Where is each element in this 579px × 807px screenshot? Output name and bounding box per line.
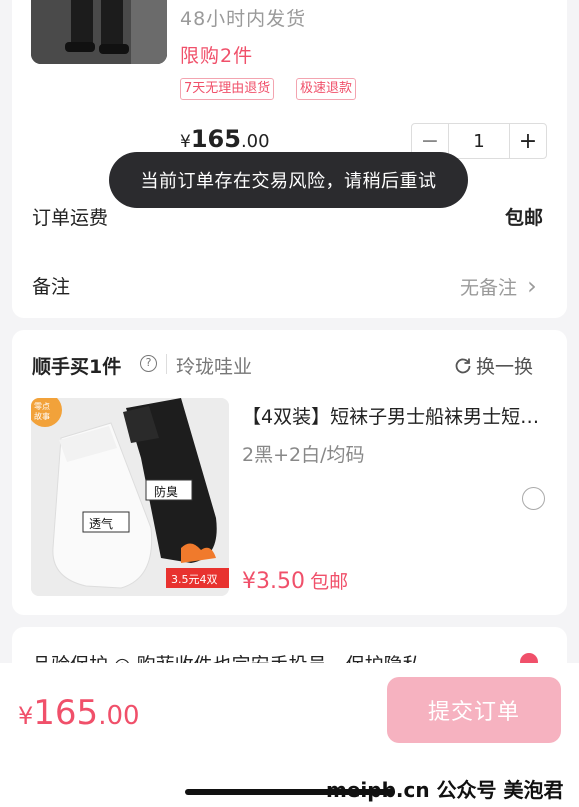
- total-symbol: ¥: [18, 702, 34, 730]
- fast-refund-tag: 极速退款: [296, 78, 357, 100]
- price-decimal: .00: [240, 131, 270, 152]
- addon-product-spec[interactable]: 2黑+2白/均码: [242, 440, 365, 467]
- remark-label: 备注: [32, 276, 71, 298]
- brand-badge: 零点 故事: [34, 402, 50, 421]
- remark-value: 无备注: [460, 277, 518, 299]
- select-radio[interactable]: [522, 487, 545, 510]
- purchase-limit-text: 限购2件: [180, 45, 254, 67]
- divider: [166, 354, 167, 374]
- quantity-value[interactable]: 1: [448, 124, 510, 158]
- addon-price-value: ¥3.50: [242, 569, 305, 594]
- total-integer: 165: [33, 693, 99, 733]
- breathable-label: 透气: [89, 517, 114, 531]
- refresh-label: 换一换: [476, 356, 534, 378]
- price-integer: 165: [190, 125, 241, 153]
- help-icon[interactable]: ?: [140, 355, 157, 372]
- addon-shipping: 包邮: [310, 571, 349, 593]
- product-thumbnail[interactable]: [31, 0, 167, 64]
- refresh-button[interactable]: 换一换: [454, 352, 533, 379]
- checkout-bar: ¥165.00 提交订单 meipb.cn 公众号 美泡君: [0, 663, 579, 807]
- shop-name: 玲珑哇业: [176, 356, 253, 378]
- risk-toast: 当前订单存在交易风险，请稍后重试: [109, 152, 468, 208]
- remark-row[interactable]: 无备注 ›: [460, 272, 537, 300]
- addon-purchase-card: 顺手买1件 ? 玲珑哇业 换一换 零点 故事 透气 防臭 3.5元4双 【4双装…: [12, 330, 567, 615]
- addon-product-title[interactable]: 【4双装】短袜子男士船袜男士短袜防臭: [242, 402, 552, 429]
- addon-product-image[interactable]: 零点 故事 透气 防臭 3.5元4双: [31, 398, 229, 596]
- shipping-fee-value: 包邮: [505, 207, 544, 229]
- promo-label: 3.5元4双: [171, 573, 218, 586]
- increase-quantity-button[interactable]: +: [510, 124, 546, 158]
- product-price: ¥165.00: [180, 125, 270, 153]
- addon-title: 顺手买1件: [32, 356, 122, 378]
- submit-order-button[interactable]: 提交订单: [387, 677, 561, 743]
- total-decimal: .00: [98, 701, 140, 731]
- chevron-right-icon: ›: [527, 272, 537, 300]
- shipping-fee-label: 订单运费: [32, 207, 109, 229]
- addon-product-price: ¥3.50 包邮: [242, 567, 348, 594]
- ship-time-text: 48小时内发货: [180, 8, 307, 30]
- total-price: ¥165.00: [18, 693, 140, 733]
- home-indicator[interactable]: [185, 789, 395, 795]
- refresh-icon: [455, 358, 471, 374]
- anti-odor-label: 防臭: [154, 485, 179, 499]
- return-policy-tag: 7天无理由退货: [180, 78, 275, 100]
- price-symbol: ¥: [180, 132, 191, 152]
